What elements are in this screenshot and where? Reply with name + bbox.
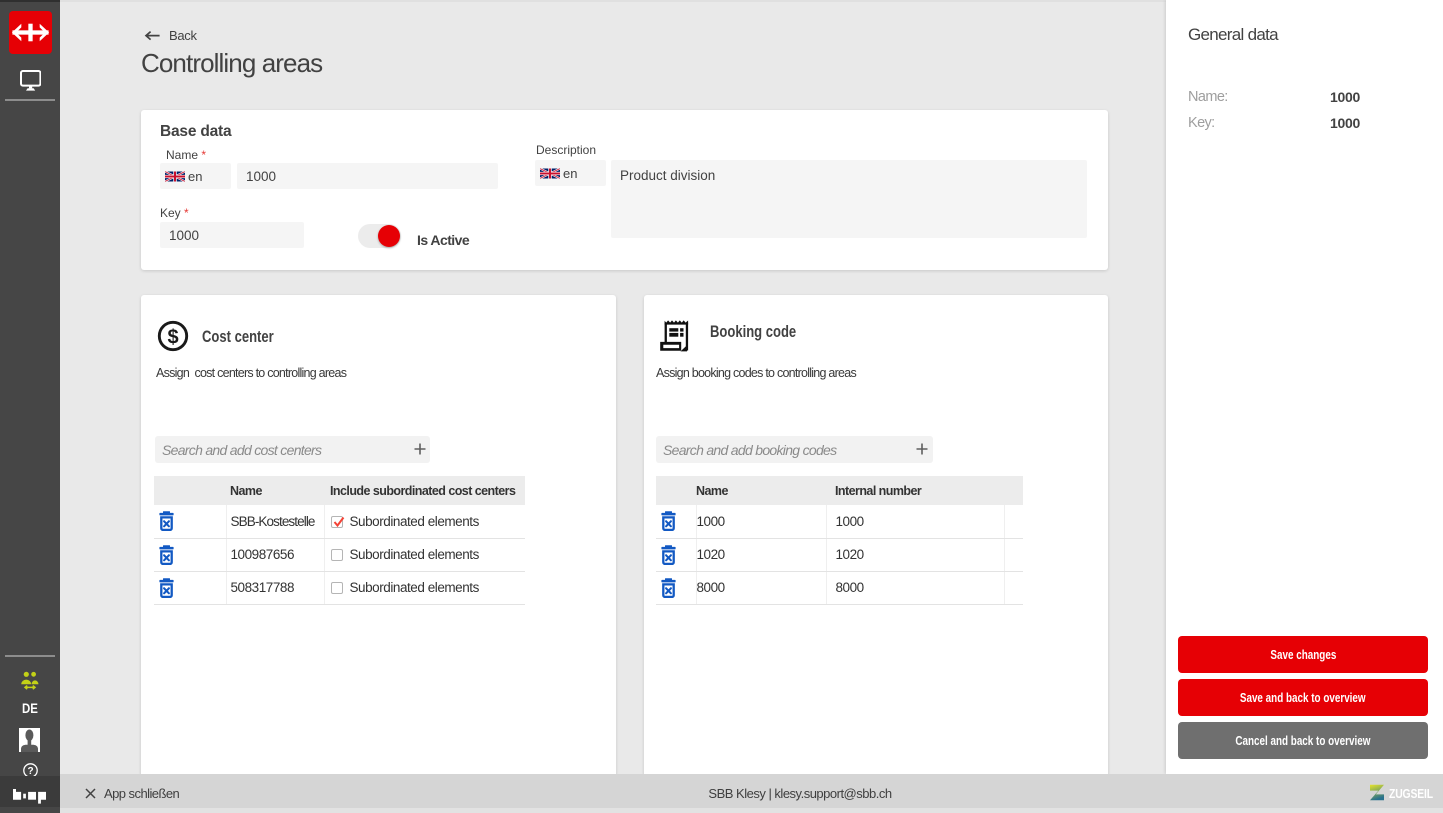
svg-text:$: $ <box>167 326 178 348</box>
